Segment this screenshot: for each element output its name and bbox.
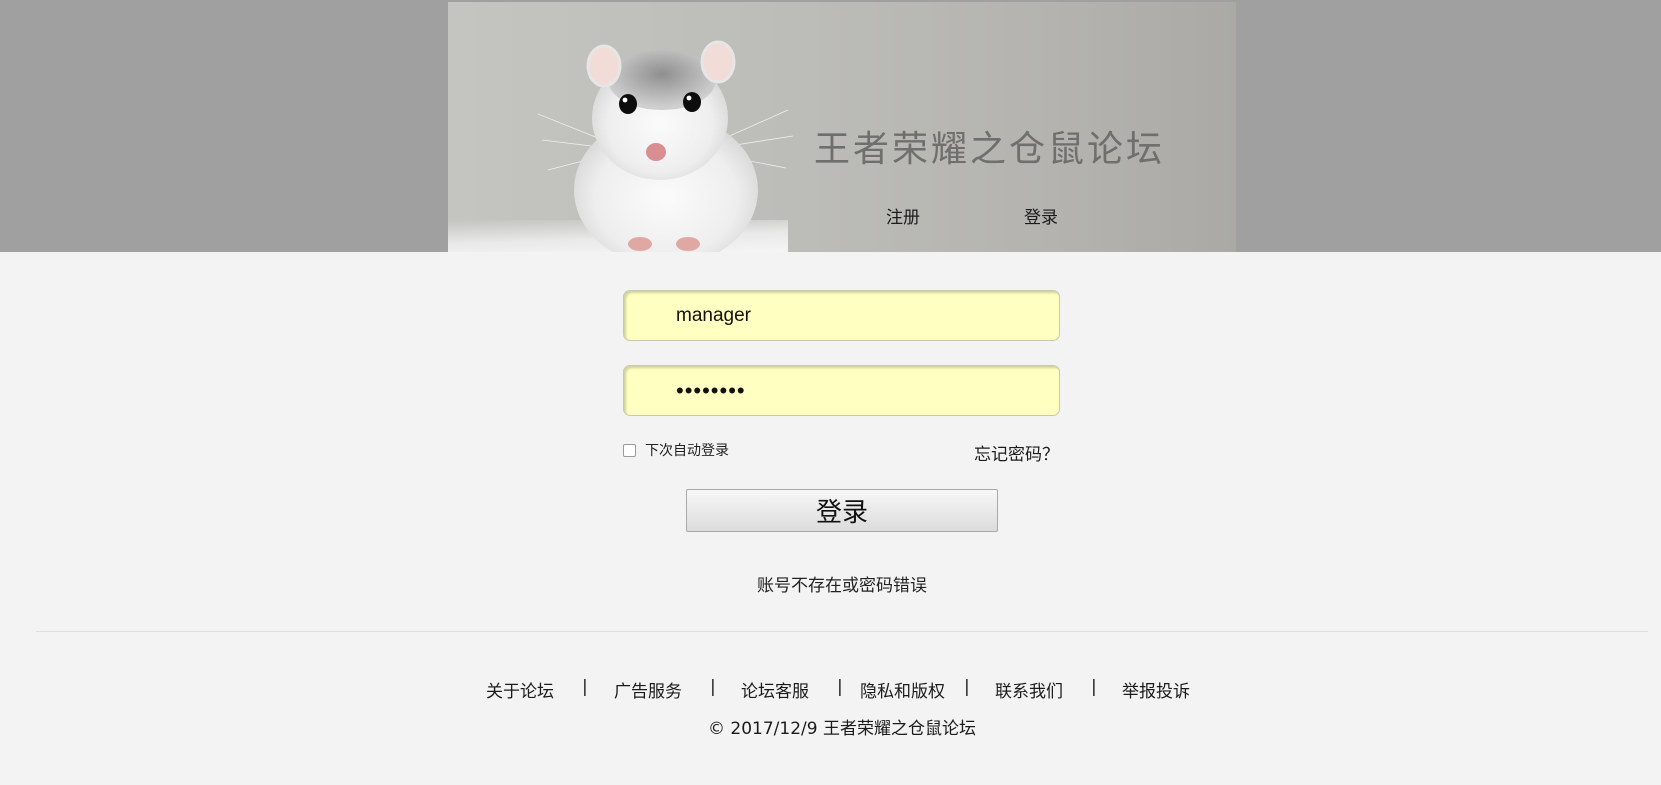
- checkbox-icon[interactable]: [623, 443, 636, 457]
- nav-register-link[interactable]: 注册: [886, 203, 920, 228]
- forgot-password-link[interactable]: 忘记密码？: [974, 440, 1059, 465]
- nav-login-link[interactable]: 登录: [1024, 203, 1058, 228]
- footer-link-contact[interactable]: 联系我们: [995, 677, 1063, 702]
- copyright-text: © 2017/12/9 王者荣耀之仓鼠论坛: [708, 719, 976, 739]
- header-banner: 王者荣耀之仓鼠论坛 注册 登录: [448, 2, 1236, 252]
- footer-link-ads[interactable]: 广告服务: [614, 677, 682, 702]
- footer-links: 关于论坛 | 广告服务 | 论坛客服 | 隐私和版权 | 联系我们 | 举报投诉: [0, 677, 1661, 702]
- error-message: 账号不存在或密码错误: [757, 576, 927, 596]
- hamster-image: [538, 40, 794, 252]
- password-input[interactable]: [623, 365, 1060, 416]
- footer-separator: |: [837, 677, 843, 697]
- footer-separator: |: [1091, 677, 1097, 697]
- username-input[interactable]: [623, 290, 1060, 341]
- footer-separator: |: [582, 677, 588, 697]
- footer-separator: |: [710, 677, 716, 697]
- footer-divider: [36, 631, 1648, 632]
- footer-link-report[interactable]: 举报投诉: [1122, 677, 1190, 702]
- site-title: 王者荣耀之仓鼠论坛: [814, 129, 1166, 170]
- remember-me-checkbox[interactable]: 下次自动登录: [623, 440, 729, 460]
- footer-link-privacy[interactable]: 隐私和版权: [860, 677, 945, 702]
- footer-separator: |: [964, 677, 970, 697]
- footer-link-about[interactable]: 关于论坛: [486, 677, 554, 702]
- login-submit-button[interactable]: 登录: [686, 489, 998, 532]
- footer-link-support[interactable]: 论坛客服: [741, 677, 809, 702]
- remember-me-label: 下次自动登录: [645, 443, 729, 459]
